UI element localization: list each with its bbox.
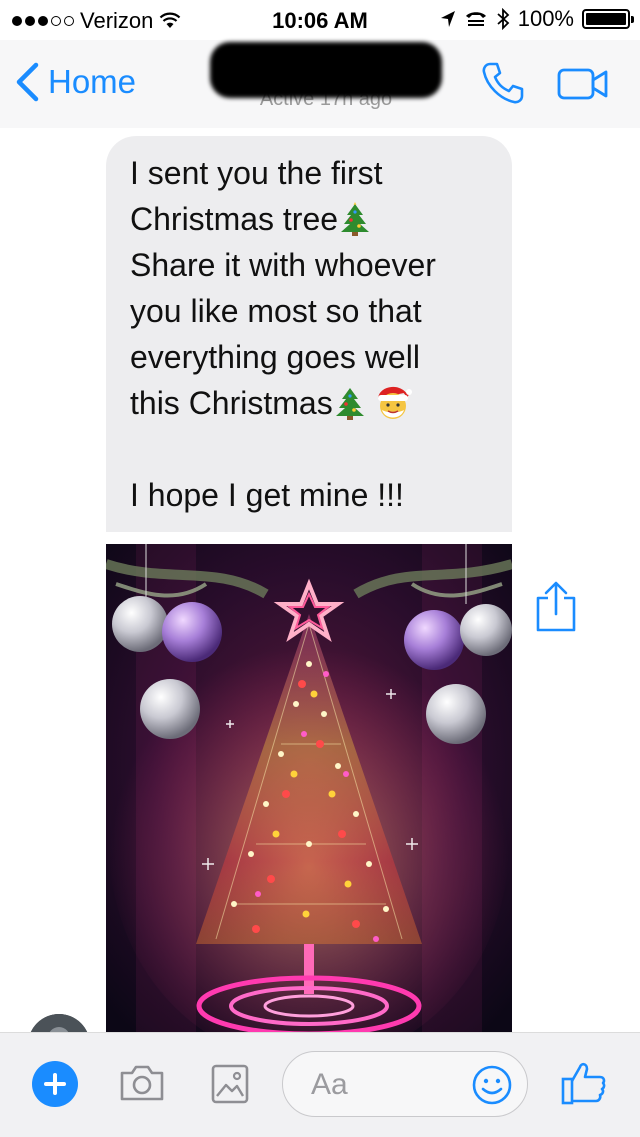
plus-icon[interactable] [32,1061,78,1107]
message-line: I sent you the first [130,155,383,191]
status-right: 100% [440,6,634,32]
message-thread[interactable]: I sent you the first Christmas tree Shar… [0,128,640,1032]
like-button[interactable] [560,1059,608,1112]
video-call-button[interactable] [556,66,610,107]
christmas-tree-graphic [106,544,512,1032]
tty-icon [465,12,486,26]
chevron-left-icon [16,62,39,102]
image-icon [211,1064,249,1104]
video-camera-icon [557,68,608,100]
message-line: Christmas tree [130,201,339,237]
christmas-tree-image[interactable] [106,544,512,1032]
contact-title[interactable]: Active 17h ago [210,42,442,111]
message-input[interactable]: Aa [282,1051,528,1117]
message-line: you like most so that [130,293,422,329]
battery-percent: 100% [517,6,574,31]
message-bubble[interactable]: I sent you the first Christmas tree Shar… [106,136,512,532]
message-line-with-emoji: Christmas tree [130,196,490,242]
message-closing: I hope I get mine !!! [130,477,404,513]
sender-avatar[interactable] [28,1014,90,1032]
thumbs-up-icon [561,1062,606,1105]
christmas-tree-emoji-icon [335,388,364,420]
back-label: Home [48,63,137,100]
phone-icon [482,62,524,104]
emoji-button[interactable] [471,1064,513,1111]
camera-button[interactable] [118,1063,166,1108]
message-line-with-emoji: this Christmas [130,380,490,426]
photo-gallery-button[interactable] [210,1063,250,1110]
message-composer: Aa [0,1032,640,1137]
message-line: Share it with whoever [130,247,436,283]
redacted-contact-name [210,42,442,98]
call-button[interactable] [480,60,526,111]
location-arrow-icon [440,11,455,27]
battery-icon [582,9,634,29]
conversation-header: Home Active 17h ago [0,40,640,129]
share-icon [536,581,576,632]
bluetooth-icon [497,8,510,30]
message-line: this Christmas [130,385,333,421]
avatar-photo [28,1014,90,1032]
message-input-placeholder: Aa [311,1068,348,1101]
message-line: everything goes well [130,339,420,375]
share-button[interactable] [534,580,578,639]
status-bar: Verizon 10:06 AM 100% [0,0,640,40]
smiley-icon [472,1065,512,1105]
camera-icon [120,1065,164,1101]
back-button[interactable]: Home [14,62,136,102]
santa-emoji-icon [377,387,412,419]
christmas-tree-emoji-icon [341,202,370,236]
